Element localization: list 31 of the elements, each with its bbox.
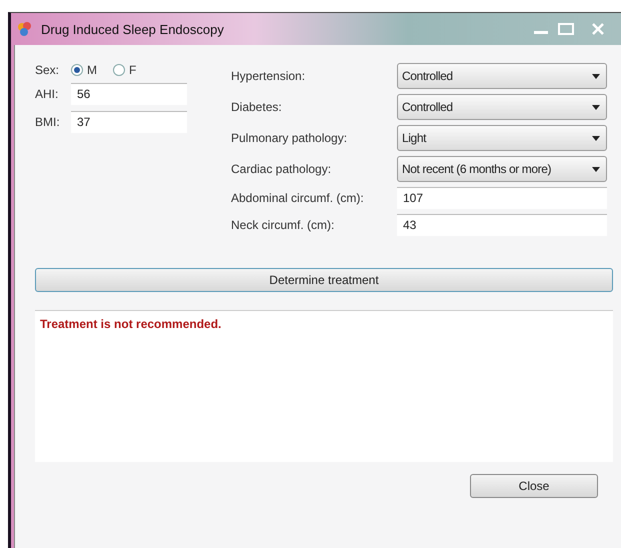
caret-icon bbox=[592, 74, 600, 78]
field-label: Abdominal circumf. (cm): bbox=[231, 191, 365, 205]
input-field[interactable]: 37 bbox=[71, 111, 187, 133]
close-button[interactable]: Close bbox=[470, 474, 598, 498]
field-label: Neck circumf. (cm): bbox=[231, 218, 336, 232]
input-field[interactable]: 107 bbox=[397, 187, 607, 209]
radio-label: M bbox=[87, 63, 97, 77]
app-icon bbox=[17, 21, 33, 37]
caret-icon bbox=[592, 104, 600, 110]
field-label: Cardiac pathology: bbox=[231, 162, 332, 176]
result-message: Treatment is not recommended. bbox=[40, 317, 222, 331]
radio-button[interactable] bbox=[113, 64, 125, 76]
field-label: Pulmonary pathology: bbox=[231, 131, 348, 145]
radio-label: F bbox=[129, 63, 136, 77]
field-label: Diabetes: bbox=[231, 100, 283, 114]
radio-button[interactable] bbox=[71, 64, 83, 76]
field-label: AHI: bbox=[35, 87, 60, 101]
field-label: Hypertension: bbox=[231, 69, 306, 83]
maximize-icon[interactable] bbox=[557, 22, 575, 36]
caret-icon bbox=[592, 136, 600, 140]
dropdown[interactable]: Controlled bbox=[397, 63, 607, 89]
determine-treatment-button[interactable]: Determine treatment bbox=[35, 268, 613, 292]
input-field[interactable]: 56 bbox=[71, 83, 187, 105]
input-field[interactable]: 43 bbox=[397, 214, 607, 236]
dropdown[interactable]: Controlled bbox=[397, 94, 607, 120]
field-label: BMI: bbox=[35, 115, 61, 129]
caret-icon bbox=[592, 166, 600, 172]
dropdown[interactable]: Not recent (6 months or more) bbox=[397, 156, 607, 182]
dropdown[interactable]: Light bbox=[397, 125, 607, 151]
window-title: Drug Induced Sleep Endoscopy bbox=[41, 22, 225, 36]
field-label: Sex: bbox=[35, 63, 60, 77]
